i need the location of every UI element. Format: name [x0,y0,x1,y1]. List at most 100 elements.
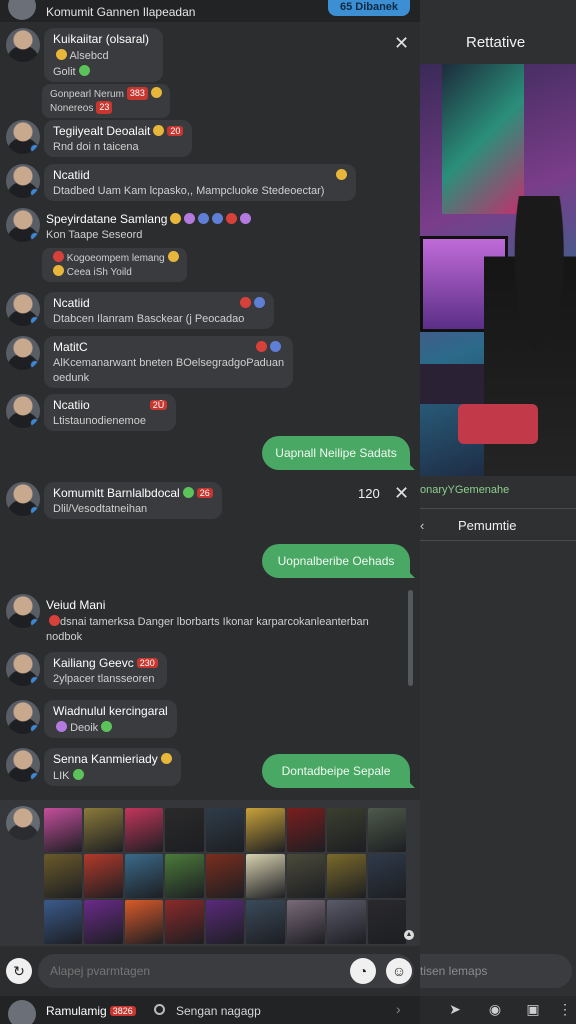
thumbnail-image[interactable] [84,854,123,898]
emoji-icon [253,297,265,308]
reaction-icon[interactable] [198,213,210,224]
thumbnail-image[interactable] [165,854,204,898]
reply-tag: 23 [96,101,113,114]
emoji-icon [170,213,182,224]
thumbnail-image[interactable] [205,808,245,852]
emoji-icon [269,341,281,352]
outgoing-message[interactable]: Uopnalberibe Oehads [262,544,415,578]
avatar[interactable] [6,806,40,840]
detail-input[interactable]: tisen lemaps [420,954,572,988]
detail-pane: Rettative onaryYGemenahe ‹ Pemumtie tise… [420,0,576,1024]
thumbnail-image[interactable] [165,808,204,852]
thumbnail-image[interactable] [367,808,406,852]
outgoing-message[interactable]: Uapnall Neilipe Sadats [262,436,415,470]
message-sender: Speyirdatane Samlang [46,212,168,226]
message-text: Deoik [70,722,99,734]
attach-icon[interactable]: ↻ [6,958,32,984]
avatar[interactable] [6,394,40,428]
emoji-icon [150,87,162,98]
thumbnail-image[interactable] [44,808,83,852]
sticker-icon[interactable]: ◔ [350,958,376,984]
thumbnail-image[interactable] [246,900,285,944]
download-icon[interactable]: ▲ [404,930,414,940]
thumbnail-image[interactable] [286,900,326,944]
thumbnail-image[interactable] [165,900,204,944]
thumbnail-image[interactable] [205,900,245,944]
thumbnail-image[interactable] [246,808,285,852]
media-preview[interactable] [420,64,576,476]
verified-icon [30,360,40,370]
media-grid-message [0,800,420,946]
scrollbar[interactable] [408,590,413,686]
bookmark-icon[interactable]: ▣ [524,1000,542,1018]
avatar[interactable] [6,292,40,326]
thumbnail-image[interactable] [205,854,245,898]
thumbnail-image[interactable] [84,900,123,944]
avatar[interactable] [6,652,40,686]
message-text: Kon Taape Seseord [46,229,143,241]
message-text: Golit [53,66,76,78]
emoji-picker-icon[interactable]: ☺ [386,958,412,984]
thumbnail-image[interactable] [44,900,83,944]
message-sender: Wiadnulul kercingaral [53,704,168,718]
avatar[interactable] [6,594,40,628]
reaction-icon[interactable] [226,213,238,224]
search-icon[interactable] [154,1004,165,1015]
reaction-icon[interactable] [184,213,196,224]
avatar[interactable] [6,748,40,782]
quoted-reply[interactable]: Gonpearl Nerum 383 Nonereos 23 [42,84,170,118]
chevron-left-icon[interactable]: ‹ [420,518,424,533]
message-bubble: Komumitt Barnlalbdocal 26 Dlil/Vesodtatne… [44,482,222,519]
avatar[interactable] [6,336,40,370]
reply-text: Ceea iSh Yoild [66,267,132,278]
thumbnail-image[interactable] [367,854,406,898]
message-text: AlKcemanarwant bneten BOelsegradgoPaduan [53,357,285,369]
thumbnail-image[interactable] [286,808,326,852]
thumbnail-image[interactable] [367,900,406,944]
message-sender: Ncatiid [53,168,90,182]
divider [420,540,576,541]
message-text: dsnai tamerksa Danger lborbarts Ikonar k… [60,616,369,628]
reaction-icon[interactable] [212,213,224,224]
chevron-right-icon[interactable]: › [396,1001,401,1017]
verified-icon [30,188,40,198]
poster-image [442,64,524,214]
avatar[interactable] [6,482,40,516]
close-icon[interactable]: ✕ [394,484,409,502]
emoji-icon [72,769,84,780]
message-text: nodbok [46,631,83,643]
avatar[interactable] [6,700,40,734]
emoji-icon [160,753,172,764]
thumbnail-image[interactable] [286,854,326,898]
send-icon[interactable]: ➤ [446,1000,464,1018]
outgoing-message[interactable]: Dontadbeipe Sepale [262,754,415,788]
message-sender: Ncatiio [53,398,90,412]
header-pill-button[interactable]: 65 Dibanek [328,0,410,16]
avatar[interactable] [8,1000,36,1024]
thumbnail-image[interactable] [327,808,366,852]
verified-icon [30,232,40,242]
emoji-icon [167,251,179,262]
thumbnail-image[interactable] [84,808,123,852]
avatar[interactable] [6,120,40,154]
thumbnail-image[interactable] [327,900,366,944]
thumbnail-image[interactable] [124,808,164,852]
thumbnail-image[interactable] [124,854,164,898]
avatar[interactable] [6,208,40,242]
location-icon[interactable]: ◉ [486,1000,504,1018]
avatar[interactable] [6,164,40,198]
detail-action-button[interactable]: Pemumtie [458,518,517,533]
thumbnail-image[interactable] [124,900,164,944]
thumbnail-image[interactable] [327,854,366,898]
message-sender: Kuikaiitar (olsaral) [53,32,150,46]
quoted-reply[interactable]: Kogoeompem lemang Ceea iSh Yoild [42,248,187,282]
emoji-icon [53,265,64,276]
close-icon[interactable]: ✕ [394,34,409,52]
header-avatar[interactable] [8,0,36,20]
search-label[interactable]: Sengan nagagp [176,1004,261,1018]
thumbnail-image[interactable] [246,854,285,898]
reaction-icon[interactable] [240,213,252,224]
thumbnail-image[interactable] [44,854,83,898]
more-icon[interactable]: ⋮ [556,1000,574,1018]
avatar[interactable] [6,28,40,62]
